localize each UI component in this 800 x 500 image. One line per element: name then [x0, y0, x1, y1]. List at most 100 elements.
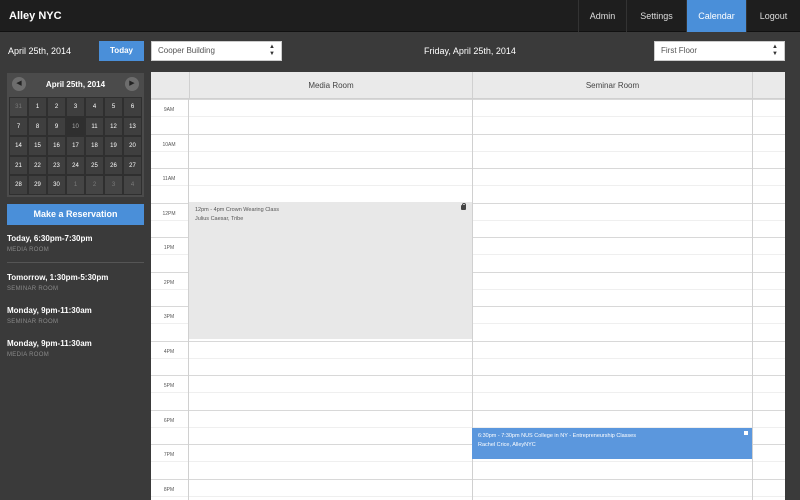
time-label: 5PM	[163, 383, 175, 389]
main-nav: Admin Settings Calendar Logout	[578, 0, 800, 32]
hour-line	[151, 340, 785, 342]
calendar-day[interactable]: 2	[85, 175, 104, 195]
lock-icon	[461, 203, 466, 210]
calendar-day[interactable]: 1	[28, 97, 47, 117]
floor-select[interactable]: First Floor ▲ ▼	[654, 41, 785, 61]
schedule-date-heading: Friday, April 25th, 2014	[424, 46, 516, 56]
time-label: 9AM	[163, 107, 175, 113]
mini-calendar: ◀ April 25th, 2014 ▶ 31 1 2 3 4 5 6 7 8 9 10 11 12 13…	[7, 73, 144, 197]
divider	[7, 262, 144, 263]
current-date-label: April 25th, 2014	[8, 46, 72, 56]
calendar-day[interactable]: 18	[85, 136, 104, 156]
event-organizer: Julius Caesar, Tribe	[195, 216, 244, 222]
time-label: 11AM	[162, 176, 176, 182]
calendar-day[interactable]: 21	[9, 155, 28, 175]
calendar-day[interactable]: 2	[47, 97, 66, 117]
calendar-day[interactable]: 13	[123, 116, 142, 136]
time-label: 6PM	[163, 417, 175, 424]
make-reservation-button[interactable]: Make a Reservation	[7, 204, 144, 225]
app-title[interactable]: Alley NYC	[9, 10, 62, 22]
calendar-day[interactable]: 23	[47, 155, 66, 175]
reservation-room: SEMINAR ROOM	[7, 319, 59, 325]
calendar-day[interactable]: 7	[9, 116, 28, 136]
calendar-day[interactable]: 1	[66, 175, 85, 195]
column-header-seminar-room: Seminar Room	[472, 72, 752, 99]
hour-line	[151, 168, 785, 169]
column-header-media-room: Media Room	[189, 72, 472, 99]
calendar-day[interactable]: 30	[47, 175, 66, 195]
calendar-day[interactable]: 15	[28, 136, 47, 156]
calendar-day[interactable]: 31	[9, 97, 28, 117]
calendar-header: ◀ April 25th, 2014 ▶	[7, 73, 144, 95]
column-divider	[752, 72, 753, 500]
calendar-day[interactable]: 22	[28, 155, 47, 175]
room-schedule: Media Room Seminar Room 9AM 10AM 11AM 12PM 1…	[151, 72, 785, 500]
reservation-time: Monday, 9pm-11:30am	[7, 339, 92, 348]
select-arrows-icon: ▲ ▼	[269, 44, 275, 57]
reservation-item[interactable]: Tomorrow, 1:30pm-5:30pm SEMINAR ROOM	[7, 273, 144, 292]
calendar-day[interactable]: 26	[104, 155, 123, 175]
reservation-list: Today, 6:30pm-7:30pm MEDIA ROOM Tomorrow…	[7, 234, 144, 358]
calendar-day[interactable]: 14	[9, 136, 28, 156]
building-select-value: Cooper Building	[158, 46, 215, 55]
calendar-day[interactable]: 9	[47, 116, 66, 136]
calendar-day[interactable]: 29	[28, 175, 47, 195]
time-label: 4PM	[163, 348, 175, 355]
time-label: 1PM	[163, 245, 175, 251]
half-hour-line	[151, 495, 785, 497]
calendar-day[interactable]: 16	[47, 136, 66, 156]
hour-line	[151, 375, 785, 376]
calendar-day[interactable]: 11	[85, 116, 104, 136]
event-block[interactable]: 6:30pm - 7:30pm NUS College in NY - Entr…	[472, 428, 752, 459]
calendar-day[interactable]: 27	[123, 155, 142, 175]
calendar-day[interactable]: 6	[123, 97, 142, 117]
calendar-day[interactable]: 8	[28, 116, 47, 136]
hour-line	[151, 409, 785, 411]
event-title: 6:30pm - 7:30pm NUS College in NY - Entr…	[478, 433, 636, 439]
calendar-day[interactable]: 25	[85, 155, 104, 175]
calendar-day[interactable]: 28	[9, 175, 28, 195]
calendar-grid: 31 1 2 3 4 5 6 7 8 9 10 11 12 13 14 15 16 17 18 19 20 21 22 23 2…	[9, 97, 142, 195]
hour-line	[151, 133, 785, 135]
half-hour-line	[151, 357, 785, 359]
calendar-day[interactable]: 17	[66, 136, 85, 156]
calendar-day[interactable]: 4	[85, 97, 104, 117]
calendar-day[interactable]: 3	[66, 97, 85, 117]
schedule-header: Media Room Seminar Room	[151, 72, 785, 99]
event-marker-icon	[744, 431, 748, 435]
nav-logout[interactable]: Logout	[746, 0, 800, 32]
calendar-day[interactable]: 12	[104, 116, 123, 136]
nav-calendar[interactable]: Calendar	[686, 0, 746, 32]
half-hour-line	[151, 116, 785, 118]
hour-line	[151, 478, 785, 480]
building-select[interactable]: Cooper Building ▲ ▼	[151, 41, 282, 61]
event-title: 12pm - 4pm Crown Wearing Class	[195, 207, 279, 213]
reservation-item[interactable]: Monday, 9pm-11:30am MEDIA ROOM	[7, 339, 144, 358]
time-label: 12PM	[162, 210, 176, 217]
nav-admin[interactable]: Admin	[578, 0, 626, 32]
calendar-month-title: April 25th, 2014	[45, 80, 106, 89]
calendar-day[interactable]: 10	[66, 116, 85, 136]
event-block[interactable]: 12pm - 4pm Crown Wearing Class Julius Ca…	[189, 202, 472, 339]
calendar-day[interactable]: 5	[104, 97, 123, 117]
floor-select-value: First Floor	[661, 46, 697, 55]
half-hour-line	[151, 185, 785, 187]
nav-settings[interactable]: Settings	[626, 0, 686, 32]
time-label: 3PM	[163, 314, 175, 320]
column-header-extra	[752, 72, 785, 99]
reservation-item[interactable]: Monday, 9pm-11:30am SEMINAR ROOM	[7, 306, 144, 325]
half-hour-line	[151, 461, 785, 463]
reservation-item[interactable]: Today, 6:30pm-7:30pm MEDIA ROOM	[7, 234, 144, 253]
hour-line	[151, 99, 785, 100]
half-hour-line	[151, 150, 785, 152]
calendar-day[interactable]: 20	[123, 136, 142, 156]
calendar-day[interactable]: 24	[66, 155, 85, 175]
time-label: 2PM	[163, 279, 175, 286]
reservation-time: Monday, 9pm-11:30am	[7, 306, 92, 315]
chevron-right-icon[interactable]: ▶	[125, 77, 139, 91]
calendar-day[interactable]: 19	[104, 136, 123, 156]
reservation-room: SEMINAR ROOM	[7, 286, 59, 292]
today-button[interactable]: Today	[99, 41, 144, 61]
calendar-day[interactable]: 3	[104, 175, 123, 195]
calendar-day[interactable]: 4	[123, 175, 142, 195]
